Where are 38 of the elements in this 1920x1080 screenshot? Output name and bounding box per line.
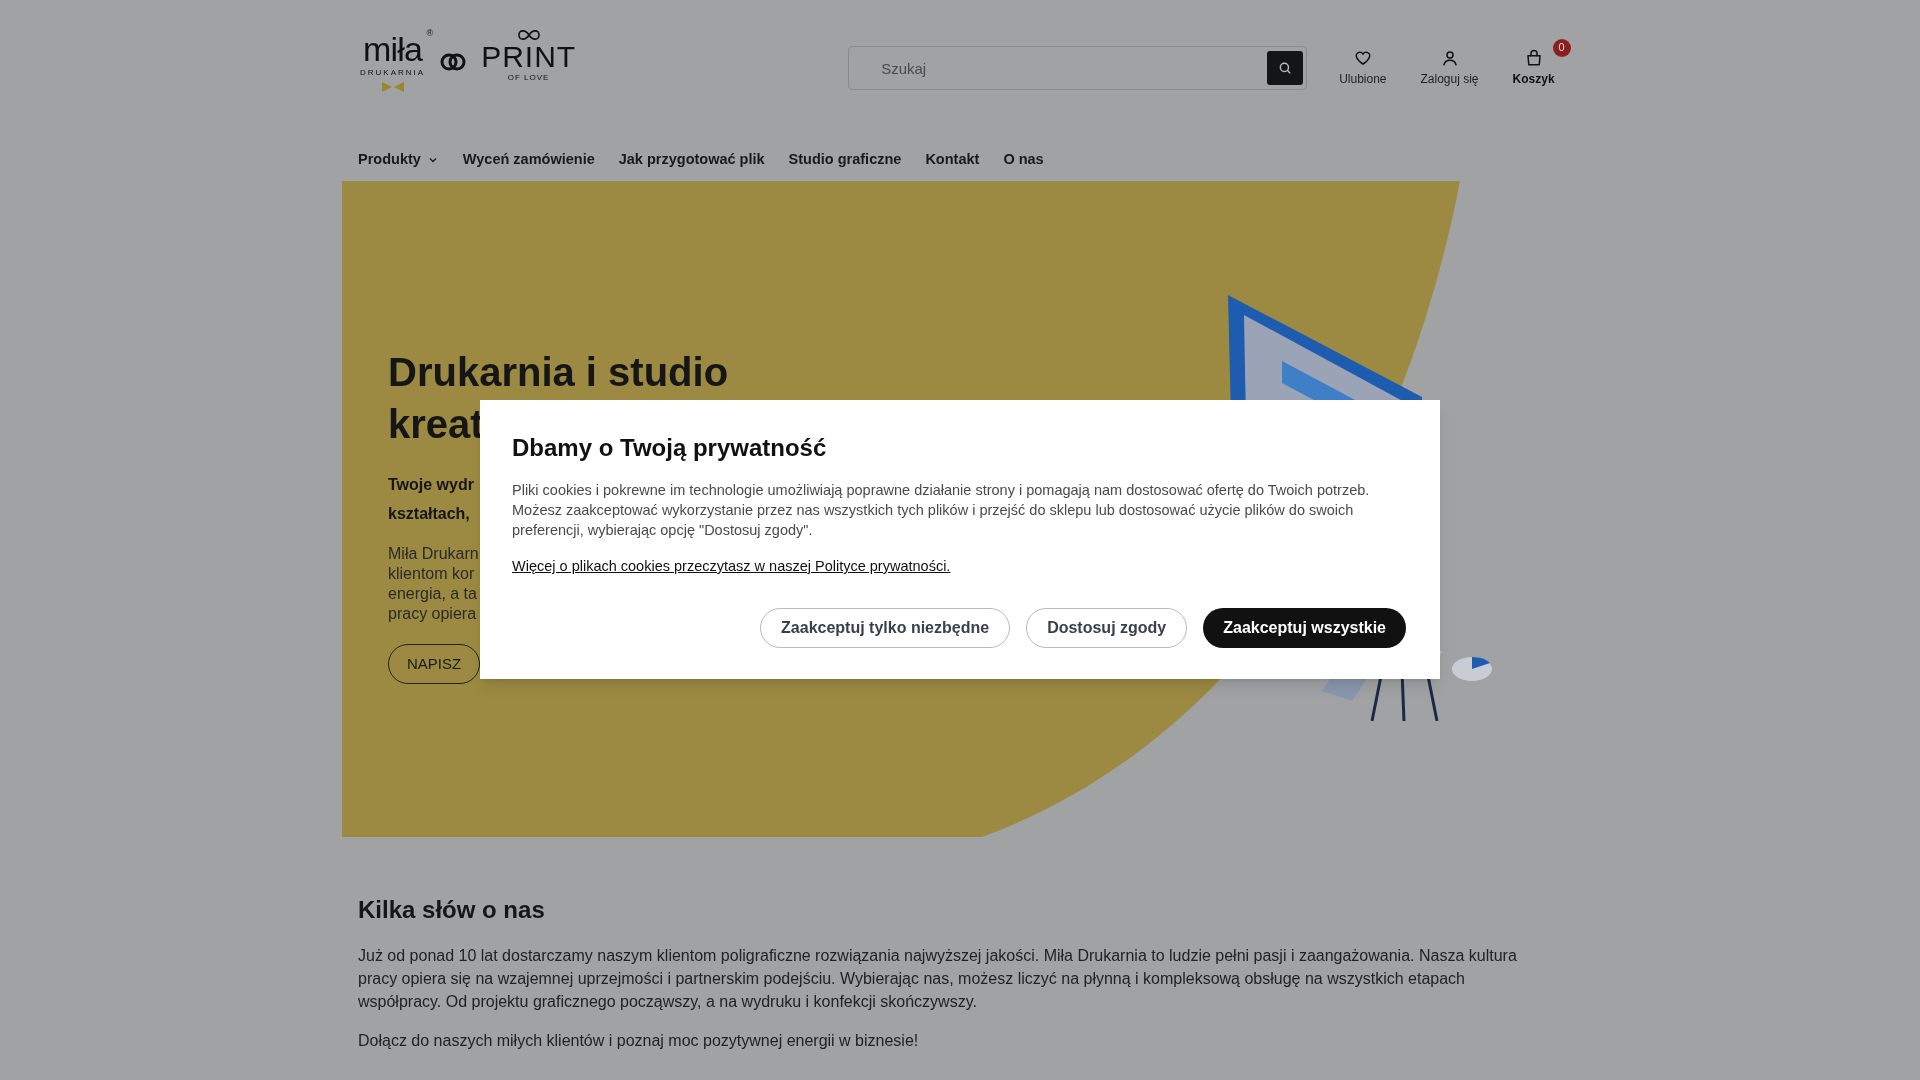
- header-action-link[interactable]: Koszyk 0: [1510, 38, 1571, 88]
- search-button[interactable]: [1267, 51, 1304, 85]
- about-paragraph: Dołącz do naszych miłych klientów i poznaj moc pozytywnej energii w biznesie!: [358, 1031, 920, 1051]
- logo-subtitle: DRUKARNIA: [360, 66, 426, 79]
- consent-button[interactable]: Dostosuj zgody: [1026, 607, 1188, 648]
- logo-wordmark: miła: [363, 30, 423, 67]
- hero-subtitle-line: kształtach,: [388, 504, 471, 524]
- dialog-text: Pliki cookies i pokrewne im technologie umożliwiają poprawne działanie strony i pomagają nam dostosować ofertę do Twoich potrzeb. Możesz zaakceptować wykorzystanie przez nas wszystkich tych plików i przejść do sklepu lub dostosować użycie plików do swoich preferencji, wybierając opcję "Dostosuj zgody".: [512, 481, 1371, 540]
- shopping-bag-icon: [1524, 48, 1543, 67]
- privacy-policy-link[interactable]: Więcej o plikach cookies przeczytasz w naszej Polityce prywatności.: [512, 556, 951, 578]
- nav-link[interactable]: Kontakt: [925, 149, 980, 171]
- hero-text-line: pracy opiera: [388, 604, 478, 624]
- heart-icon: [1353, 48, 1372, 67]
- hero-heading-line: kreat: [388, 401, 484, 448]
- nav-link[interactable]: Studio graficzne: [788, 149, 902, 171]
- hero-heading-line: Drukarnia i studio: [388, 349, 729, 396]
- dialog-title: Dbamy o Twoją prywatność: [512, 433, 828, 463]
- nav-link[interactable]: O nas: [1003, 149, 1044, 171]
- about-paragraph: Już od ponad 10 lat dostarczamy naszym klientom poligraficzne rozwiązania najwyższej jakości. Miła Drukarnia to ludzie pełni pasji i zaangażowania. Nasza kultura pracy opiera się na wzajemnej uprzejmości i partnerskim podejściu. Wybierając nas, możesz liczyć na płynną i kompleksową obsługę na wszystkich etapach współpracy. Od projektu graficznego począwszy, a na wydruku i konfekcji skończywszy.: [358, 946, 1518, 1012]
- bow-tie-icon: [381, 81, 404, 92]
- consent-button[interactable]: Zaakceptuj wszystkie: [1203, 607, 1406, 648]
- search-field[interactable]: Szukaj: [848, 46, 1308, 90]
- hero-text-line: klientom kor: [388, 564, 476, 584]
- hero-text-line: energia, a ta: [388, 584, 478, 604]
- hero-text-line: Miła Drukarn: [388, 544, 479, 564]
- header-action-link[interactable]: Ulubione: [1337, 38, 1389, 88]
- cart-count-badge: 0: [1552, 38, 1571, 57]
- nav-link[interactable]: Jak przygotować plik: [618, 149, 765, 171]
- logo-print-text: PRINT: [481, 42, 577, 72]
- user-icon: [1440, 48, 1459, 67]
- search-icon: [1278, 61, 1293, 75]
- header-action-link[interactable]: Zaloguj się: [1418, 38, 1481, 88]
- nav-link[interactable]: Wyceń zamówienie: [462, 149, 595, 171]
- hero-subtitle-line: Twoje wydr: [388, 475, 474, 495]
- nav-link[interactable]: Produkty: [358, 149, 439, 171]
- logo-print-subtitle: OF LOVE: [507, 72, 550, 84]
- section-heading: Kilka słów o nas: [358, 895, 546, 925]
- consent-button[interactable]: Zaakceptuj tylko niezbędne: [760, 607, 1011, 648]
